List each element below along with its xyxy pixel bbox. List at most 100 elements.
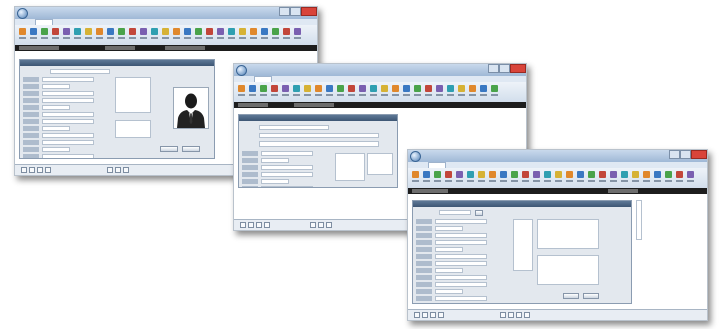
toolbar-icon[interactable] xyxy=(434,171,441,178)
toolbar-icon[interactable] xyxy=(173,28,180,35)
toolbar-icon[interactable] xyxy=(19,28,26,35)
toolbar-icon[interactable] xyxy=(414,85,421,92)
first-record-icon[interactable] xyxy=(414,312,420,318)
form-field[interactable] xyxy=(435,219,487,224)
search-field[interactable] xyxy=(50,69,110,74)
form-field[interactable] xyxy=(435,226,463,231)
toolbar-icon[interactable] xyxy=(445,171,452,178)
toolbar-icon[interactable] xyxy=(436,85,443,92)
save-button[interactable] xyxy=(563,293,579,299)
previous-record-icon[interactable] xyxy=(422,312,428,318)
toolbar-icon[interactable] xyxy=(272,28,279,35)
previous-record-icon[interactable] xyxy=(29,167,35,173)
toolbar-icon[interactable] xyxy=(392,85,399,92)
form-field[interactable] xyxy=(42,154,94,158)
toolbar-icon[interactable] xyxy=(665,171,672,178)
description-field[interactable] xyxy=(259,141,379,147)
form-field[interactable] xyxy=(42,119,94,124)
app-orb-icon[interactable] xyxy=(17,8,28,19)
toolbar-icon[interactable] xyxy=(687,171,694,178)
toolbar-icon[interactable] xyxy=(151,28,158,35)
toolbar-icon[interactable] xyxy=(467,171,474,178)
document-tab[interactable] xyxy=(294,103,334,107)
add-record-icon[interactable] xyxy=(310,222,316,228)
cancel-button[interactable] xyxy=(182,146,200,152)
form-field[interactable] xyxy=(42,126,70,131)
form-field[interactable] xyxy=(261,186,313,187)
toolbar-icon[interactable] xyxy=(381,85,388,92)
search-field[interactable] xyxy=(259,125,329,130)
toolbar-icon[interactable] xyxy=(30,28,37,35)
toolbar-icon[interactable] xyxy=(599,171,606,178)
close-button[interactable] xyxy=(691,150,707,159)
cancel-button[interactable] xyxy=(583,293,599,299)
first-record-icon[interactable] xyxy=(240,222,246,228)
toolbar-icon[interactable] xyxy=(348,85,355,92)
toolbar-icon[interactable] xyxy=(238,85,245,92)
form-field[interactable] xyxy=(435,289,463,294)
toolbar-icon[interactable] xyxy=(74,28,81,35)
form-field[interactable] xyxy=(42,84,70,89)
toolbar-icon[interactable] xyxy=(283,28,290,35)
form-field[interactable] xyxy=(42,140,94,145)
form-field[interactable] xyxy=(42,91,94,96)
toolbar-icon[interactable] xyxy=(326,85,333,92)
previous-record-icon[interactable] xyxy=(248,222,254,228)
toolbar-icon[interactable] xyxy=(140,28,147,35)
maximize-button[interactable] xyxy=(680,150,691,159)
side-scrollbar[interactable] xyxy=(636,200,642,240)
toolbar-icon[interactable] xyxy=(337,85,344,92)
toolbar-icon[interactable] xyxy=(370,85,377,92)
form-field[interactable] xyxy=(435,247,463,252)
toolbar-icon[interactable] xyxy=(577,171,584,178)
form-field[interactable] xyxy=(435,296,487,301)
toolbar-icon[interactable] xyxy=(423,171,430,178)
toolbar-icon[interactable] xyxy=(566,171,573,178)
minimize-button[interactable] xyxy=(488,64,499,73)
toolbar-icon[interactable] xyxy=(118,28,125,35)
toolbar-icon[interactable] xyxy=(676,171,683,178)
toolbar-icon[interactable] xyxy=(217,28,224,35)
refresh-icon[interactable] xyxy=(516,312,522,318)
form-field[interactable] xyxy=(261,151,313,156)
toolbar-icon[interactable] xyxy=(403,85,410,92)
toolbar-icon[interactable] xyxy=(293,85,300,92)
toolbar-icon[interactable] xyxy=(491,85,498,92)
form-field[interactable] xyxy=(435,282,487,287)
form-field[interactable] xyxy=(42,112,94,117)
toolbar-icon[interactable] xyxy=(129,28,136,35)
delete-record-icon[interactable] xyxy=(115,167,121,173)
toolbar-icon[interactable] xyxy=(643,171,650,178)
toolbar-icon[interactable] xyxy=(480,85,487,92)
toolbar-icon[interactable] xyxy=(533,171,540,178)
toolbar-icon[interactable] xyxy=(425,85,432,92)
delete-record-icon[interactable] xyxy=(508,312,514,318)
minimize-button[interactable] xyxy=(279,7,290,16)
form-field[interactable] xyxy=(42,147,70,152)
toolbar-icon[interactable] xyxy=(632,171,639,178)
toolbar-icon[interactable] xyxy=(469,85,476,92)
form-field[interactable] xyxy=(42,105,70,110)
form-field[interactable] xyxy=(42,77,94,82)
toolbar-icon[interactable] xyxy=(249,85,256,92)
first-record-icon[interactable] xyxy=(21,167,27,173)
toolbar-icon[interactable] xyxy=(206,28,213,35)
toolbar-icon[interactable] xyxy=(294,28,301,35)
toolbar-icon[interactable] xyxy=(500,171,507,178)
refresh-icon[interactable] xyxy=(123,167,129,173)
toolbar-icon[interactable] xyxy=(195,28,202,35)
toolbar-icon[interactable] xyxy=(96,28,103,35)
toolbar-icon[interactable] xyxy=(478,171,485,178)
next-record-icon[interactable] xyxy=(430,312,436,318)
document-tab[interactable] xyxy=(238,103,268,107)
toolbar-icon[interactable] xyxy=(63,28,70,35)
toolbar-icon[interactable] xyxy=(511,171,518,178)
toolbar-icon[interactable] xyxy=(162,28,169,35)
form-field[interactable] xyxy=(435,275,487,280)
toolbar-icon[interactable] xyxy=(588,171,595,178)
form-field[interactable] xyxy=(42,133,94,138)
toolbar-icon[interactable] xyxy=(282,85,289,92)
toolbar-icon[interactable] xyxy=(654,171,661,178)
delete-record-icon[interactable] xyxy=(318,222,324,228)
toolbar-icon[interactable] xyxy=(52,28,59,35)
